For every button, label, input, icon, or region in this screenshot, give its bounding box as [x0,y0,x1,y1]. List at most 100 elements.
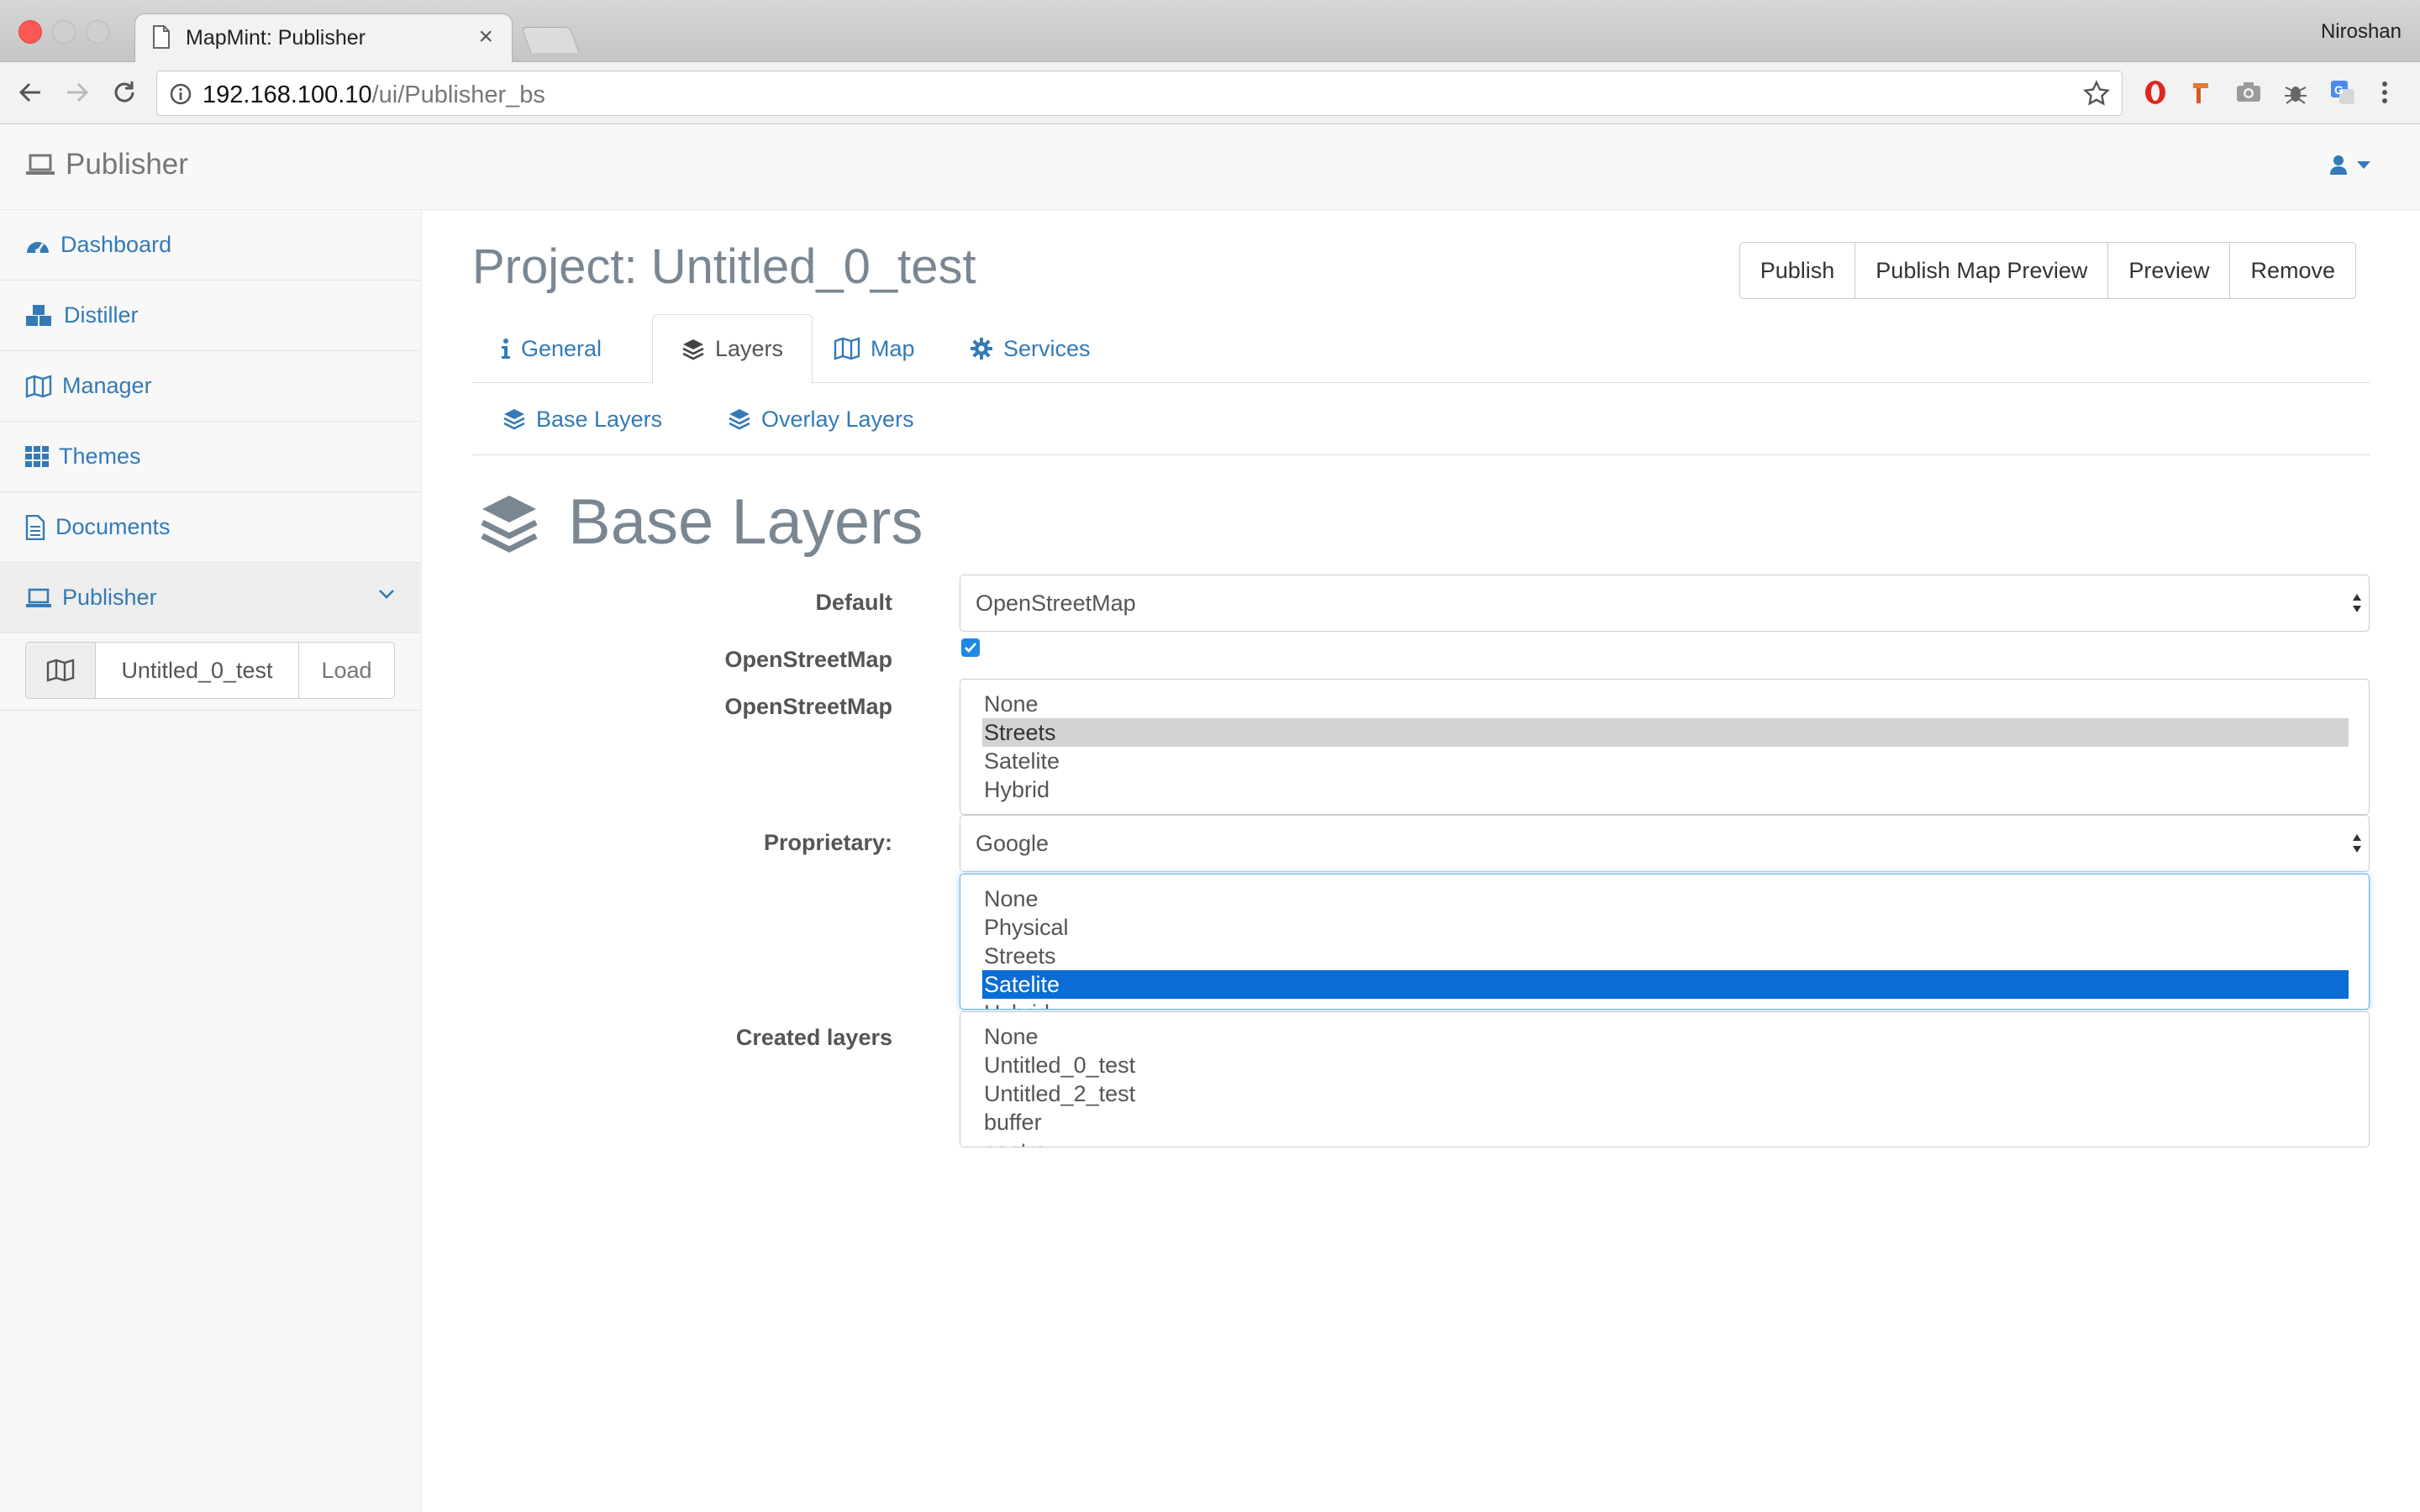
remove-button[interactable]: Remove [2229,242,2356,299]
info-icon [501,339,511,359]
app-brand[interactable]: Publisher [25,148,188,181]
created-option-untitled-2[interactable]: Untitled_2_test [960,1079,2349,1108]
osm-checkbox[interactable] [961,638,980,657]
bookmark-star-icon[interactable] [2083,80,2110,107]
sidebar-item-manager[interactable]: Manager [0,351,420,422]
osm-option-streets[interactable]: Streets [982,718,2349,747]
created-option-centre[interactable]: centre [960,1137,2349,1147]
google-option-satelite[interactable]: Satelite [982,970,2349,999]
new-tab-button[interactable] [521,27,580,53]
info-icon[interactable] [169,82,192,106]
sidebar-item-themes[interactable]: Themes [0,422,420,492]
address-bar[interactable]: 192.168.100.10/ui/Publisher_bs [156,71,2123,116]
map-icon [25,374,52,398]
tab-services[interactable]: Services [941,314,1119,383]
caret-down-icon [2356,160,2371,170]
preview-button[interactable]: Preview [2107,242,2231,299]
tab-overlay-layers[interactable]: Overlay Layers [697,383,944,455]
tab-base-layers[interactable]: Base Layers [472,383,692,455]
layers-icon [479,492,539,553]
osm-option-hybrid[interactable]: Hybrid [960,775,2349,804]
sidebar-item-label: Dashboard [60,232,172,257]
bug-extension-icon[interactable] [2282,79,2309,106]
created-layers-label: Created layers [735,1025,892,1050]
page-title: Project: Untitled_0_test [472,239,976,294]
tab-label: Map [871,335,915,361]
sidebar-item-publisher[interactable]: Publisher [0,563,420,633]
created-option-untitled-0[interactable]: Untitled_0_test [960,1051,2349,1079]
user-menu-button[interactable] [2329,155,2371,175]
url-text: 192.168.100.10/ui/Publisher_bs [203,81,545,109]
tab-label: General [521,335,602,361]
tab-title: MapMint: Publisher [186,26,366,50]
section-title: Base Layers [568,486,923,558]
grid-icon [25,445,49,468]
laptop-icon [25,153,55,176]
proprietary-select[interactable]: Google [960,815,2370,872]
hammer-extension-icon[interactable] [2190,79,2215,106]
tab-layers[interactable]: Layers [652,314,813,384]
google-option-physical[interactable]: Physical [960,913,2349,942]
layers-icon [502,407,526,431]
tab-general[interactable]: General [472,314,630,383]
reload-icon[interactable] [111,79,138,106]
camera-extension-icon[interactable] [2235,79,2262,104]
sidebar: Dashboard Distiller Manager Themes Docum… [0,210,422,1512]
google-option-none[interactable]: None [960,885,2349,913]
tab-label: Base Layers [536,406,663,432]
chevron-down-icon[interactable] [378,588,395,600]
google-option-hybrid[interactable]: Hybrid [960,999,2349,1009]
sidebar-item-dashboard[interactable]: Dashboard [0,210,420,281]
osm-checkbox-label: OpenStreetMap [724,647,892,672]
browser-menu-icon[interactable] [2380,79,2390,106]
project-actions: Publish Publish Map Preview Preview Remo… [1739,242,2356,299]
load-button[interactable]: Load [299,642,395,699]
select-arrows-icon [2350,591,2364,616]
osm-list-label: OpenStreetMap [724,694,892,719]
default-select[interactable]: OpenStreetMap [960,575,2370,632]
profile-name[interactable]: Niroshan [2321,20,2402,44]
dashboard-icon [25,234,50,256]
back-icon[interactable] [17,79,44,106]
created-layers-listbox[interactable]: None Untitled_0_test Untitled_2_test buf… [960,1011,2370,1147]
browser-toolbar: 192.168.100.10/ui/Publisher_bs G [0,62,2420,124]
default-select-value: OpenStreetMap [976,590,1136,616]
sidebar-item-documents[interactable]: Documents [0,492,420,563]
tab-label: Overlay Layers [761,406,914,432]
osm-layer-listbox[interactable]: None Streets Satelite Hybrid [960,679,2370,815]
forward-icon[interactable] [64,79,91,106]
tab-map[interactable]: Map [805,314,944,383]
zoom-window-button[interactable] [86,20,109,44]
laptop-icon [25,587,52,609]
proprietary-select-value: Google [976,830,1050,856]
user-icon [2329,155,2348,175]
opera-extension-icon[interactable] [2143,79,2168,106]
project-name-input[interactable]: Untitled_0_test [96,642,299,699]
gear-icon [970,337,993,360]
close-window-button[interactable] [18,20,42,44]
publish-button[interactable]: Publish [1739,242,1856,299]
select-arrows-icon [2350,831,2364,856]
layer-subtabs: Base Layers Overlay Layers [472,383,2370,455]
osm-option-satelite[interactable]: Satelite [960,747,2349,775]
tab-label: Layers [715,336,784,361]
minimize-window-button[interactable] [52,20,76,44]
main-content: Project: Untitled_0_test Publish Publish… [422,210,2420,1512]
osm-option-none[interactable]: None [960,690,2349,718]
google-layer-listbox[interactable]: None Physical Streets Satelite Hybrid [960,874,2370,1010]
translate-extension-icon[interactable]: G [2329,79,2356,106]
sidebar-item-distiller[interactable]: Distiller [0,281,420,351]
url-path: /ui/Publisher_bs [371,81,545,108]
created-option-buffer[interactable]: buffer [960,1108,2349,1137]
sidebar-item-label: Publisher [62,585,157,610]
publish-map-preview-button[interactable]: Publish Map Preview [1854,242,2109,299]
map-icon [46,659,75,682]
created-option-none[interactable]: None [960,1022,2349,1051]
google-option-streets[interactable]: Streets [960,942,2349,970]
browser-tab[interactable]: MapMint: Publisher × [134,13,513,62]
project-input-group: Untitled_0_test Load [25,642,395,699]
proprietary-label: Proprietary: [763,830,892,855]
sidebar-item-label: Documents [55,514,171,539]
svg-text:G: G [2334,83,2344,97]
tab-close-icon[interactable]: × [478,23,493,51]
